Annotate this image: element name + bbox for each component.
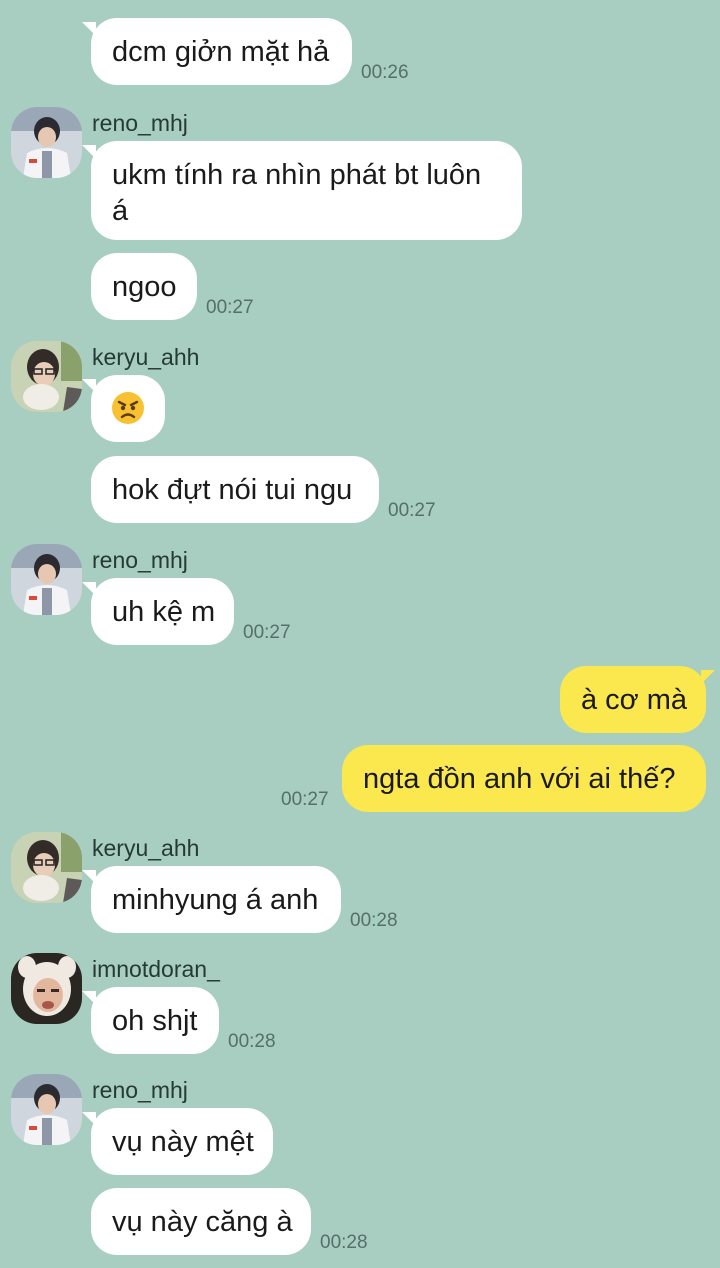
outgoing-message-bubble[interactable]: à cơ mà bbox=[560, 666, 715, 733]
sender-name: imnotdoran_ bbox=[92, 956, 220, 982]
avatar-keryu-ahh[interactable] bbox=[11, 832, 82, 903]
avatar-reno-mhj[interactable] bbox=[11, 1074, 82, 1145]
message-bubble[interactable]: vụ này căng à bbox=[91, 1188, 311, 1255]
message-bubble[interactable]: ukm tính ra nhìn phát bt luôn á bbox=[82, 141, 522, 240]
message-timestamp: 00:28 bbox=[350, 910, 398, 931]
message-bubble[interactable]: hok đựt nói tui ngu bbox=[91, 456, 379, 523]
outgoing-message-bubble[interactable]: ngta đồn anh với ai thế? bbox=[342, 745, 706, 812]
message-timestamp: 00:27 bbox=[388, 500, 436, 521]
sender-name: reno_mhj bbox=[92, 1077, 188, 1103]
message-timestamp: 00:27 bbox=[243, 622, 291, 643]
avatar-reno-mhj[interactable] bbox=[11, 107, 82, 178]
message-bubble[interactable] bbox=[82, 375, 165, 442]
sender-name: keryu_ahh bbox=[92, 344, 200, 370]
avatar-imnotdoran[interactable] bbox=[11, 953, 82, 1024]
sender-name: reno_mhj bbox=[92, 547, 188, 573]
message-bubble[interactable]: uh kệ m bbox=[82, 578, 234, 645]
avatar-reno-mhj[interactable] bbox=[11, 544, 82, 615]
avatar-keryu-ahh[interactable] bbox=[11, 341, 82, 412]
sender-name: keryu_ahh bbox=[92, 835, 200, 861]
message-timestamp: 00:27 bbox=[206, 297, 254, 318]
message-bubble[interactable]: dcm giởn mặt hả bbox=[82, 18, 352, 85]
message-timestamp: 00:26 bbox=[361, 62, 409, 83]
message-bubble[interactable]: vụ này mệt bbox=[82, 1108, 273, 1175]
message-timestamp: 00:27 bbox=[281, 789, 329, 810]
message-bubble[interactable]: oh shjt bbox=[82, 987, 219, 1054]
sender-name: reno_mhj bbox=[92, 110, 188, 136]
message-timestamp: 00:28 bbox=[228, 1031, 276, 1052]
angry-face-icon bbox=[112, 392, 144, 424]
message-bubble[interactable]: minhyung á anh bbox=[82, 866, 341, 933]
message-timestamp: 00:28 bbox=[320, 1232, 368, 1253]
message-bubble[interactable]: ngoo bbox=[91, 253, 197, 320]
